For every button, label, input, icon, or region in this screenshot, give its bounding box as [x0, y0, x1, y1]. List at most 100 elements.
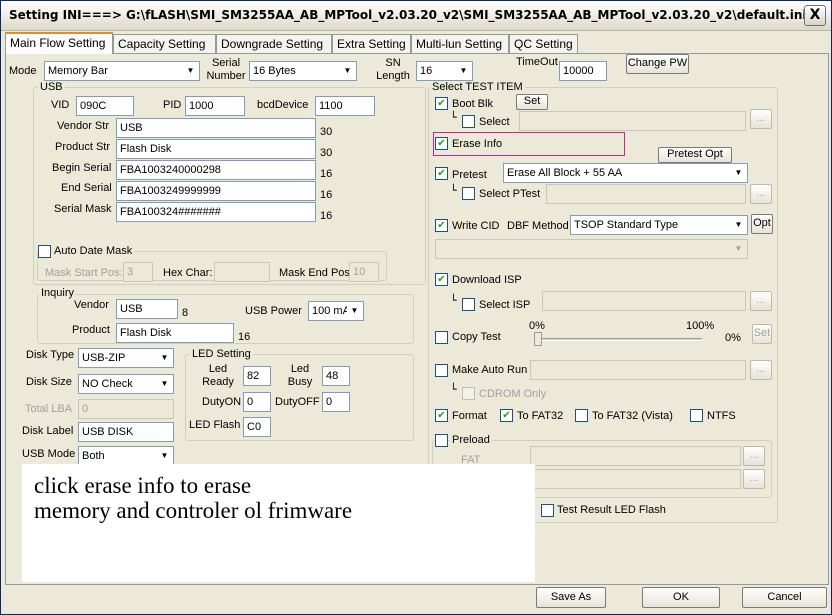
save-as-button[interactable]: Save As	[536, 587, 606, 608]
auto-date-mask-checkbox[interactable]	[38, 245, 51, 258]
settings-window: Setting INI===> G:\fLASH\SMI_SM3255AA_AB…	[0, 0, 832, 615]
select-isp-path-input[interactable]	[542, 291, 746, 311]
change-pw-button[interactable]: Change PW	[626, 54, 689, 74]
tab-downgrade-setting[interactable]: Downgrade Setting	[216, 34, 332, 53]
vendor-str-input[interactable]: USB	[116, 118, 316, 138]
usb-power-select[interactable]: 100 mA ▼	[308, 301, 364, 321]
preload-browse-button-2[interactable]: ...	[743, 469, 765, 489]
led-flash-input[interactable]: C0	[243, 417, 271, 437]
auto-date-mask-label: Auto Date Mask	[52, 245, 135, 258]
vid-input[interactable]: 090C	[76, 96, 134, 116]
chevron-down-icon: ▼	[731, 217, 746, 233]
duty-off-input[interactable]: 0	[322, 392, 350, 412]
pretest-select[interactable]: Erase All Block + 55 AA ▼	[503, 163, 748, 183]
begin-serial-length: 16	[320, 168, 333, 180]
inquiry-product-input[interactable]: Flash Disk	[116, 323, 234, 343]
copy-test-slider-thumb[interactable]	[534, 332, 542, 346]
led-ready-input[interactable]: 82	[243, 366, 271, 386]
usb-mode-select[interactable]: Both ▼	[78, 446, 174, 466]
tab-extra-setting[interactable]: Extra Setting	[332, 34, 411, 53]
mask-start-pos-label: Mask Start Pos:	[45, 267, 123, 279]
led-busy-input[interactable]: 48	[322, 366, 350, 386]
select-ptest-checkbox[interactable]	[462, 187, 475, 200]
cdrom-only-checkbox[interactable]	[462, 387, 475, 400]
make-auto-run-checkbox[interactable]	[435, 364, 448, 377]
disk-type-select[interactable]: USB-ZIP ▼	[78, 348, 174, 368]
boot-select-path-input[interactable]	[519, 111, 746, 131]
total-lba-input[interactable]: 0	[78, 399, 174, 419]
boot-blk-checkbox[interactable]: ✔	[435, 97, 448, 110]
auto-run-browse-button[interactable]: ...	[750, 360, 772, 380]
bcd-device-input[interactable]: 1100	[315, 96, 375, 116]
copy-test-checkbox[interactable]	[435, 331, 448, 344]
hex-char-input[interactable]	[214, 262, 270, 282]
disk-type-label: Disk Type	[26, 349, 75, 361]
total-lba-label: Total LBA	[25, 403, 73, 415]
boot-select-checkbox[interactable]	[462, 115, 475, 128]
cdrom-only-label: CDROM Only	[479, 388, 547, 400]
to-fat32-vista-checkbox[interactable]	[575, 409, 588, 422]
select-isp-checkbox[interactable]	[462, 298, 475, 311]
mode-select[interactable]: Memory Bar ▼	[44, 61, 200, 81]
tab-main-flow-setting[interactable]: Main Flow Setting	[5, 32, 113, 54]
select-ptest-path-input[interactable]	[546, 184, 746, 204]
to-fat32-checkbox[interactable]: ✔	[500, 409, 513, 422]
copy-test-set-button[interactable]: Set	[752, 324, 772, 344]
end-serial-label: End Serial	[61, 182, 112, 194]
copy-test-slider-track[interactable]	[537, 338, 702, 341]
format-checkbox[interactable]: ✔	[435, 409, 448, 422]
inquiry-group-title: Inquiry	[39, 287, 77, 300]
test-result-led-checkbox[interactable]	[541, 504, 554, 517]
dbf-method-select[interactable]: TSOP Standard Type ▼	[570, 215, 748, 235]
make-auto-run-label: Make Auto Run	[452, 364, 528, 376]
cid-secondary-select[interactable]: ▼	[435, 239, 748, 259]
write-cid-checkbox[interactable]: ✔	[435, 219, 448, 232]
download-isp-checkbox[interactable]: ✔	[435, 273, 448, 286]
ptest-browse-button[interactable]: ...	[750, 184, 772, 204]
preload-browse-button[interactable]: ...	[743, 446, 765, 466]
boot-browse-button[interactable]: ...	[750, 109, 772, 129]
tab-capacity-setting[interactable]: Capacity Setting	[113, 34, 216, 53]
end-serial-input[interactable]: FBA1003249999999	[116, 181, 316, 201]
cancel-button[interactable]: Cancel	[742, 587, 827, 608]
erase-info-checkbox[interactable]: ✔	[435, 137, 448, 150]
auto-run-path-input[interactable]	[530, 360, 746, 380]
ok-button[interactable]: OK	[642, 587, 720, 608]
pretest-opt-button[interactable]: Pretest Opt	[658, 147, 732, 163]
begin-serial-input[interactable]: FBA1003240000298	[116, 160, 316, 180]
serial-mask-length: 16	[320, 210, 333, 222]
usb-mode-label: USB Mode	[22, 448, 76, 460]
mask-end-pos-input[interactable]: 10	[349, 262, 379, 282]
usb-mode-value: Both	[82, 450, 105, 462]
duty-on-input[interactable]: 0	[243, 392, 271, 412]
close-button[interactable]: X	[804, 5, 826, 26]
duty-on-label: DutyON	[202, 396, 242, 408]
usb-power-value: 100 mA	[312, 305, 350, 317]
opt-button[interactable]: Opt	[751, 214, 773, 234]
pretest-checkbox[interactable]: ✔	[435, 167, 448, 180]
tab-qc-setting[interactable]: QC Setting	[509, 34, 578, 53]
inquiry-vendor-input[interactable]: USB	[116, 299, 178, 319]
tab-multi-lun-setting[interactable]: Multi-lun Setting	[411, 34, 509, 53]
isp-browse-button[interactable]: ...	[750, 291, 772, 311]
preload-path-input-2[interactable]	[530, 469, 741, 489]
vendor-str-label: Vendor Str	[57, 120, 109, 132]
end-serial-length: 16	[320, 189, 333, 201]
vendor-str-length: 30	[320, 126, 333, 138]
preload-path-input[interactable]	[530, 446, 741, 466]
product-str-input[interactable]: Flash Disk	[116, 139, 316, 159]
timeout-input[interactable]: 10000	[559, 61, 607, 81]
preload-checkbox[interactable]	[435, 434, 448, 447]
set-button[interactable]: Set	[516, 94, 548, 110]
inquiry-vendor-label: Vendor	[74, 299, 109, 311]
serial-mask-input[interactable]: FBA100324#######	[116, 202, 316, 222]
serial-number-select[interactable]: 16 Bytes ▼	[249, 61, 357, 81]
ntfs-checkbox[interactable]	[690, 409, 703, 422]
pid-input[interactable]: 1000	[185, 96, 245, 116]
disk-size-select[interactable]: NO Check ▼	[78, 374, 174, 394]
select-ptest-label: Select PTest	[479, 188, 541, 200]
disk-label-input[interactable]: USB DISK	[78, 422, 174, 442]
sn-length-select[interactable]: 16 ▼	[416, 61, 473, 81]
mask-start-pos-input[interactable]: 3	[123, 262, 153, 282]
preload-label: Preload	[450, 434, 492, 447]
